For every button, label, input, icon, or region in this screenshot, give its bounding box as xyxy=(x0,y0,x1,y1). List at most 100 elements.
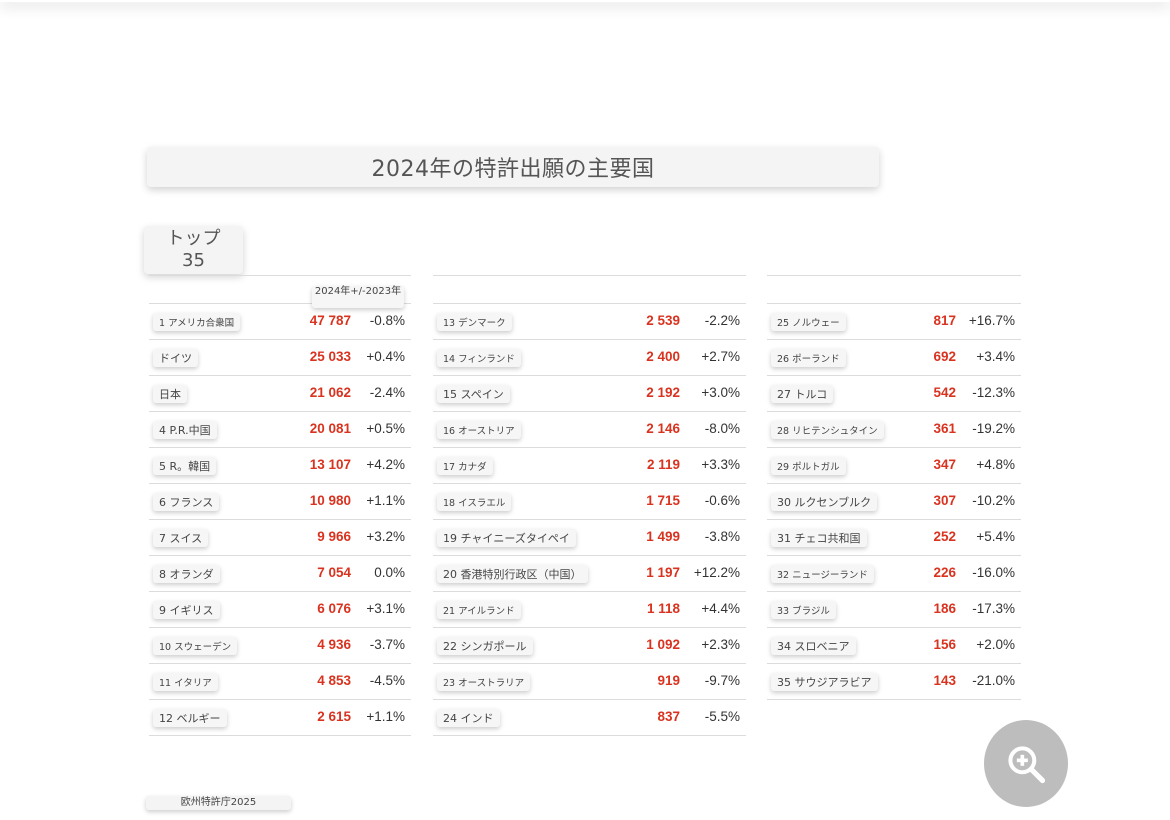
country-name: 31 チェコ共和国 xyxy=(771,529,867,547)
country-name: 32 ニュージーランド xyxy=(771,565,874,583)
country-name: 17 カナダ xyxy=(437,457,493,475)
top-label-line2: 35 xyxy=(182,250,205,271)
change-percent: -17.3% xyxy=(972,601,1015,616)
page-title: 2024年の特許出願の主要国 xyxy=(147,147,879,187)
change-percent: +2.0% xyxy=(976,637,1015,652)
application-count: 2 192 xyxy=(646,385,680,400)
application-count: 347 xyxy=(933,457,956,472)
country-name: 33 ブラジル xyxy=(771,601,836,619)
country-name: 27 トルコ xyxy=(771,385,834,403)
change-percent: -12.3% xyxy=(972,385,1015,400)
country-name: 1 アメリカ合衆国 xyxy=(153,313,241,331)
table-row: 34 スロベニア 156 +2.0% xyxy=(767,628,1021,664)
country-name: 21 アイルランド xyxy=(437,601,521,619)
country-name: 7 スイス xyxy=(153,529,209,547)
application-count: 9 966 xyxy=(317,529,351,544)
change-percent: -2.4% xyxy=(369,385,405,400)
change-percent: +3.4% xyxy=(976,349,1015,364)
country-name: 26 ポーランド xyxy=(771,349,846,367)
country-name: 29 ポルトガル xyxy=(771,457,846,475)
top-label-line1: トップ xyxy=(166,228,221,249)
top-shadow-bar xyxy=(0,0,1170,2)
application-count: 542 xyxy=(933,385,956,400)
change-percent: +4.2% xyxy=(366,457,405,472)
application-count: 4 853 xyxy=(317,673,351,688)
application-count: 252 xyxy=(933,529,956,544)
application-count: 47 787 xyxy=(309,313,351,328)
table-row: 16 オーストリア 2 146 -8.0% xyxy=(433,412,746,448)
change-percent: -5.5% xyxy=(704,709,740,724)
country-name: 12 ベルギー xyxy=(153,709,227,727)
application-count: 21 062 xyxy=(309,385,351,400)
zoom-in-icon xyxy=(1008,745,1046,783)
table-row: 6 フランス 10 980 +1.1% xyxy=(149,484,411,520)
table-row: 10 スウェーデン 4 936 -3.7% xyxy=(149,628,411,664)
table-row: 14 フィンランド 2 400 +2.7% xyxy=(433,340,746,376)
country-name: 4 P.R.中国 xyxy=(153,421,217,439)
change-percent: -9.7% xyxy=(704,673,740,688)
application-count: 2 539 xyxy=(646,313,680,328)
change-percent: +5.4% xyxy=(976,529,1015,544)
table-row: 13 デンマーク 2 539 -2.2% xyxy=(433,304,746,340)
change-percent: +4.4% xyxy=(701,601,740,616)
change-percent: +1.1% xyxy=(366,493,405,508)
change-percent: +2.3% xyxy=(701,637,740,652)
table-row: 32 ニュージーランド 226 -16.0% xyxy=(767,556,1021,592)
table-row: 27 トルコ 542 -12.3% xyxy=(767,376,1021,412)
country-name: 10 スウェーデン xyxy=(153,637,238,655)
country-name: 20 香港特別行政区（中国） xyxy=(437,565,588,583)
country-name: 11 イタリア xyxy=(153,673,218,691)
table-row: 日本 21 062 -2.4% xyxy=(149,376,411,412)
table-row: 24 インド 837 -5.5% xyxy=(433,700,746,736)
country-name: 8 オランダ xyxy=(153,565,220,583)
change-percent: -21.0% xyxy=(972,673,1015,688)
country-name: 30 ルクセンブルク xyxy=(771,493,878,511)
top-35-label: トップ 35 xyxy=(144,226,243,274)
application-count: 13 107 xyxy=(309,457,351,472)
application-count: 2 400 xyxy=(646,349,680,364)
table-row: 25 ノルウェー 817 +16.7% xyxy=(767,304,1021,340)
footer-source: 欧州特許庁2025 xyxy=(146,796,291,810)
change-percent: +12.2% xyxy=(693,565,740,580)
table-row: 15 スペイン 2 192 +3.0% xyxy=(433,376,746,412)
application-count: 156 xyxy=(933,637,956,652)
country-name: 25 ノルウェー xyxy=(771,313,846,331)
table-row: 11 イタリア 4 853 -4.5% xyxy=(149,664,411,700)
country-name: 14 フィンランド xyxy=(437,349,521,367)
application-count: 307 xyxy=(933,493,956,508)
change-percent: -3.7% xyxy=(369,637,405,652)
change-percent: -2.2% xyxy=(704,313,740,328)
ranking-column-1: 2024年+/-2023年 1 アメリカ合衆国 47 787 -0.8% ドイツ 25 … xyxy=(149,275,411,736)
table-row: 1 アメリカ合衆国 47 787 -0.8% xyxy=(149,304,411,340)
table-row: 18 イスラエル 1 715 -0.6% xyxy=(433,484,746,520)
application-count: 4 936 xyxy=(317,637,351,652)
zoom-button[interactable] xyxy=(984,720,1068,807)
table-row: 33 ブラジル 186 -17.3% xyxy=(767,592,1021,628)
country-name: 15 スペイン xyxy=(437,385,510,403)
country-name: 日本 xyxy=(153,385,187,403)
table-row: 4 P.R.中国 20 081 +0.5% xyxy=(149,412,411,448)
country-name: 5 R。韓国 xyxy=(153,457,217,475)
table-row: 20 香港特別行政区（中国） 1 197 +12.2% xyxy=(433,556,746,592)
change-percent: +3.3% xyxy=(701,457,740,472)
table-row: 7 スイス 9 966 +3.2% xyxy=(149,520,411,556)
change-percent: -0.6% xyxy=(704,493,740,508)
country-name: 19 チャイニーズタイペイ xyxy=(437,529,576,547)
change-percent: +3.0% xyxy=(701,385,740,400)
application-count: 6 076 xyxy=(317,601,351,616)
application-count: 361 xyxy=(933,421,956,436)
application-count: 2 146 xyxy=(646,421,680,436)
change-percent: +1.1% xyxy=(366,709,405,724)
ranking-column-3: 25 ノルウェー 817 +16.7% 26 ポーランド 692 +3.4% 27 トルコ 5… xyxy=(767,275,1021,700)
table-row: 31 チェコ共和国 252 +5.4% xyxy=(767,520,1021,556)
application-count: 226 xyxy=(933,565,956,580)
application-count: 837 xyxy=(657,709,680,724)
change-percent: -4.5% xyxy=(369,673,405,688)
application-count: 25 033 xyxy=(309,349,351,364)
application-count: 1 715 xyxy=(646,493,680,508)
table-row: 26 ポーランド 692 +3.4% xyxy=(767,340,1021,376)
country-name: 9 イギリス xyxy=(153,601,220,619)
table-row: 9 イギリス 6 076 +3.1% xyxy=(149,592,411,628)
table-row: 19 チャイニーズタイペイ 1 499 -3.8% xyxy=(433,520,746,556)
ranking-column-2: 13 デンマーク 2 539 -2.2% 14 フィンランド 2 400 +2.7% 15 … xyxy=(433,275,746,736)
